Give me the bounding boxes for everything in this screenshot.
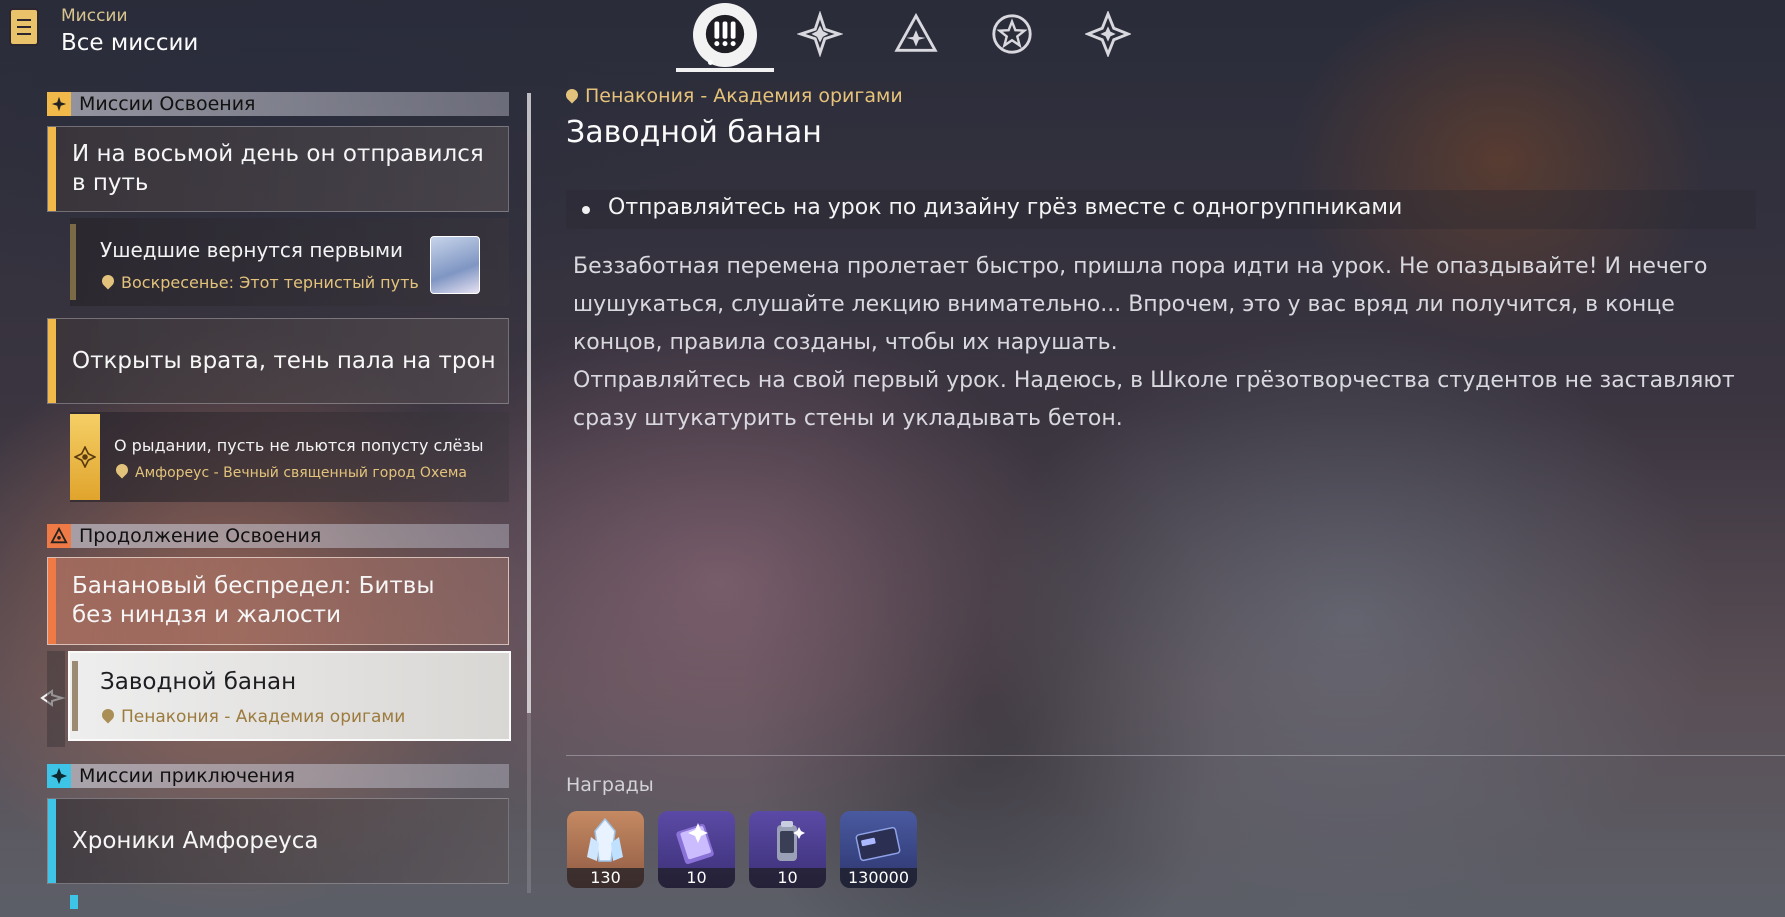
- reward-item[interactable]: 130: [567, 811, 644, 888]
- submission-title: О рыдании, пусть не льются попусту слёзы: [114, 436, 484, 455]
- scrollbar-thumb[interactable]: [527, 93, 531, 713]
- reward-count: 130: [567, 868, 644, 888]
- section-label: Продолжение Освоения: [79, 525, 322, 547]
- tab-indicator-dot: [708, 60, 713, 65]
- reward-count: 10: [749, 868, 826, 888]
- submission-item-selected[interactable]: Заводной банан Пенакония - Академия ориг…: [68, 651, 511, 741]
- tab-all[interactable]: [695, 6, 755, 62]
- submission-item[interactable]: О рыдании, пусть не льются попусту слёзы…: [70, 412, 509, 502]
- location-pin-icon: [99, 706, 117, 724]
- section-header-adventure: Миссии приключения: [47, 764, 509, 788]
- mission-title: Хроники Амфореуса: [72, 828, 319, 854]
- tab-continuance[interactable]: [886, 6, 946, 62]
- submission-title: Ушедшие вернутся первыми: [100, 238, 404, 262]
- mission-description: Беззаботная перемена пролетает быстро, п…: [573, 248, 1763, 438]
- submission-rail: [47, 651, 65, 747]
- next-item-peek: [70, 895, 78, 909]
- location-pin-icon: [113, 461, 131, 479]
- submission-location: Амфореус - Вечный священный город Охема: [113, 461, 467, 481]
- rewards-label: Награды: [566, 774, 654, 796]
- mission-title: Открыты врата, тень пала на трон: [72, 348, 496, 374]
- submission-title: Заводной банан: [100, 669, 297, 695]
- mission-type-bar: [48, 127, 56, 211]
- mission-title: И на восьмой день он отправился в путь: [72, 141, 484, 196]
- mission-card[interactable]: Открыты врата, тень пала на трон: [47, 318, 509, 404]
- tab-adventure[interactable]: [1078, 6, 1138, 62]
- submission-line: [72, 661, 78, 731]
- mission-title: Банановый беспредел: Битвы без ниндзя и …: [72, 573, 435, 628]
- mission-card[interactable]: Хроники Амфореуса: [47, 798, 509, 884]
- canister-icon: [777, 821, 805, 861]
- trailblaze-section-icon: [47, 92, 71, 116]
- star-icon: [992, 14, 1032, 54]
- mission-type-bar: [48, 319, 56, 403]
- detail-location: Пенакония - Академия оригами: [563, 85, 903, 107]
- section-label: Миссии Освоения: [79, 93, 256, 115]
- book-icon: [676, 823, 714, 865]
- reward-count: 10: [658, 868, 735, 888]
- reward-count: 130000: [840, 868, 917, 888]
- section-header-trailblaze: Миссии Освоения: [47, 92, 509, 116]
- reward-item[interactable]: 130000: [840, 811, 917, 888]
- rewards-divider: [566, 755, 1785, 756]
- trailblaze-emblem-icon: [70, 414, 100, 500]
- submission-location: Воскресенье: Этот тернистый путь: [99, 272, 419, 292]
- section-header-continuance: Продолжение Освоения: [47, 524, 509, 548]
- submission-item[interactable]: Ушедшие вернутся первыми Воскресенье: Эт…: [70, 218, 509, 306]
- mission-type-bar: [48, 799, 56, 883]
- continuance-section-icon: [47, 524, 71, 548]
- detail-title: Заводной банан: [566, 115, 822, 150]
- sparkle-icon: [1085, 11, 1131, 57]
- description-paragraph: Отправляйтесь на свой первый урок. Надею…: [573, 368, 1735, 431]
- location-pin-icon: [99, 272, 117, 290]
- missions-clipboard-icon: [9, 8, 39, 46]
- location-pin-icon: [563, 86, 581, 104]
- reward-item[interactable]: 10: [749, 811, 826, 888]
- submission-line: [70, 224, 76, 300]
- bullet-icon: [582, 206, 590, 214]
- credit-card-icon: [855, 826, 901, 862]
- tab-trailblaze[interactable]: [790, 6, 850, 62]
- crystal-icon: [587, 817, 623, 862]
- description-paragraph: Беззаботная перемена пролетает быстро, п…: [573, 254, 1708, 355]
- tab-companion[interactable]: [982, 6, 1042, 62]
- mission-type-bar: [48, 558, 56, 644]
- tab-active-underline: [676, 68, 774, 72]
- page-title: Все миссии: [61, 30, 199, 56]
- character-portrait: [430, 236, 480, 294]
- objective-text: Отправляйтесь на урок по дизайну грёз вм…: [608, 195, 1403, 220]
- reward-item[interactable]: 10: [658, 811, 735, 888]
- mission-objective: Отправляйтесь на урок по дизайну грёз вм…: [566, 190, 1756, 229]
- mission-card[interactable]: Банановый беспредел: Битвы без ниндзя и …: [47, 557, 509, 645]
- adventure-section-icon: [47, 764, 71, 788]
- exclamation-icon: [705, 14, 745, 54]
- triangle-star-icon: [894, 12, 938, 52]
- mission-card[interactable]: И на восьмой день он отправился в путь: [47, 126, 509, 212]
- section-label: Миссии приключения: [79, 765, 295, 787]
- compass-star-icon: [797, 11, 843, 57]
- header-section-label: Миссии: [61, 6, 128, 26]
- submission-location: Пенакония - Академия оригами: [99, 706, 405, 727]
